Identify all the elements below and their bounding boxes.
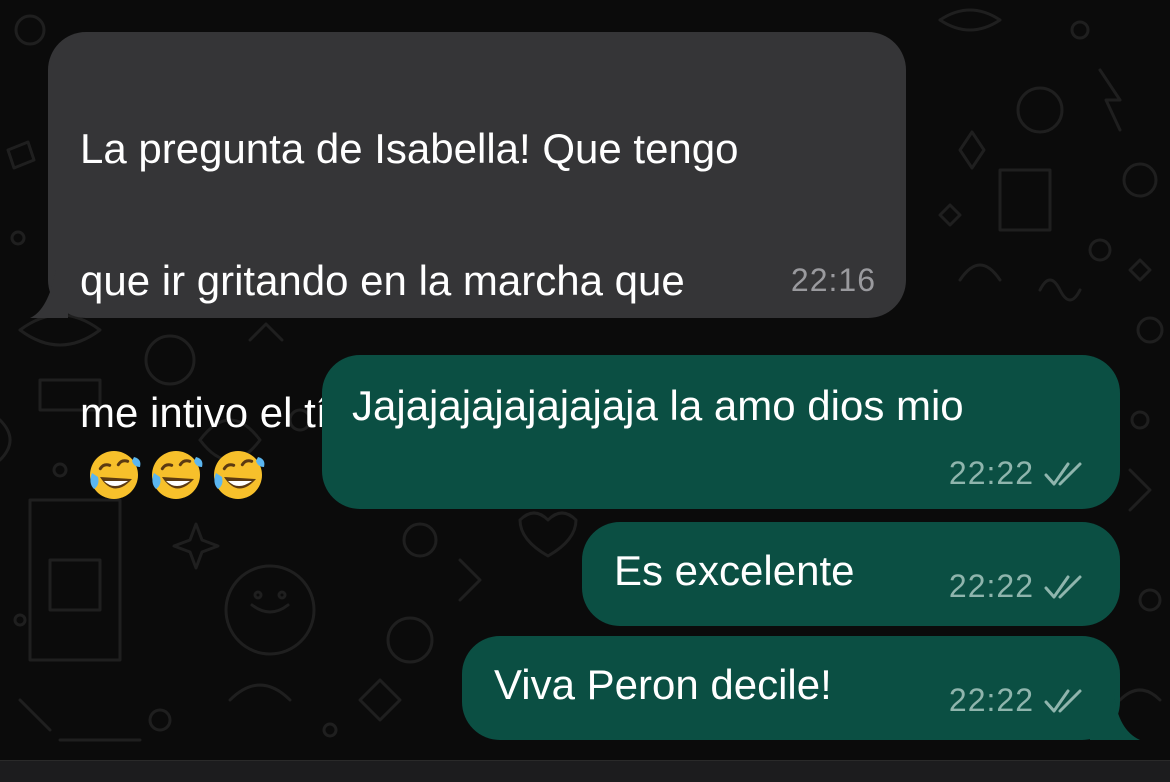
rolling-on-floor-laughing-icon [214,451,265,499]
rolling-on-floor-laughing-icon [152,451,203,499]
message-meta: 22:22 [949,455,1090,492]
message-time: 22:22 [948,682,1034,718]
message-time: 22:22 [948,568,1034,604]
message-text: Viva Peron decile! [494,661,832,708]
outgoing-message-bubble[interactable]: Es excelente 22:22 [582,522,1120,626]
message-meta: 22:22 [949,682,1090,719]
double-check-read-icon [1044,575,1082,598]
message-line: que ir gritando en la marcha que [80,257,685,304]
incoming-bubble-tail [30,270,68,318]
rolling-on-floor-laughing-icon [90,451,141,499]
double-check-read-icon [1044,462,1082,485]
incoming-message-bubble[interactable]: La pregunta de Isabella! Que tengo que i… [48,32,906,499]
outgoing-bubble-tail [1090,694,1140,740]
message-text: Es excelente [614,547,855,594]
double-check-read-icon [1044,689,1082,712]
message-meta: 22:22 [949,568,1090,605]
message-time: 22:16 [790,262,876,298]
message-text: Jajajajajajajajaja la amo dios mio [352,382,964,429]
bottom-bar [0,760,1170,782]
message-line: La pregunta de Isabella! Que tengo [80,125,739,172]
message-meta: 22:16 [791,262,876,299]
outgoing-message-bubble[interactable]: Viva Peron decile! 22:22 [462,636,1120,740]
outgoing-message-bubble[interactable]: Jajajajajajajajaja la amo dios mio 22:22 [322,355,1120,509]
message-time: 22:22 [948,455,1034,491]
